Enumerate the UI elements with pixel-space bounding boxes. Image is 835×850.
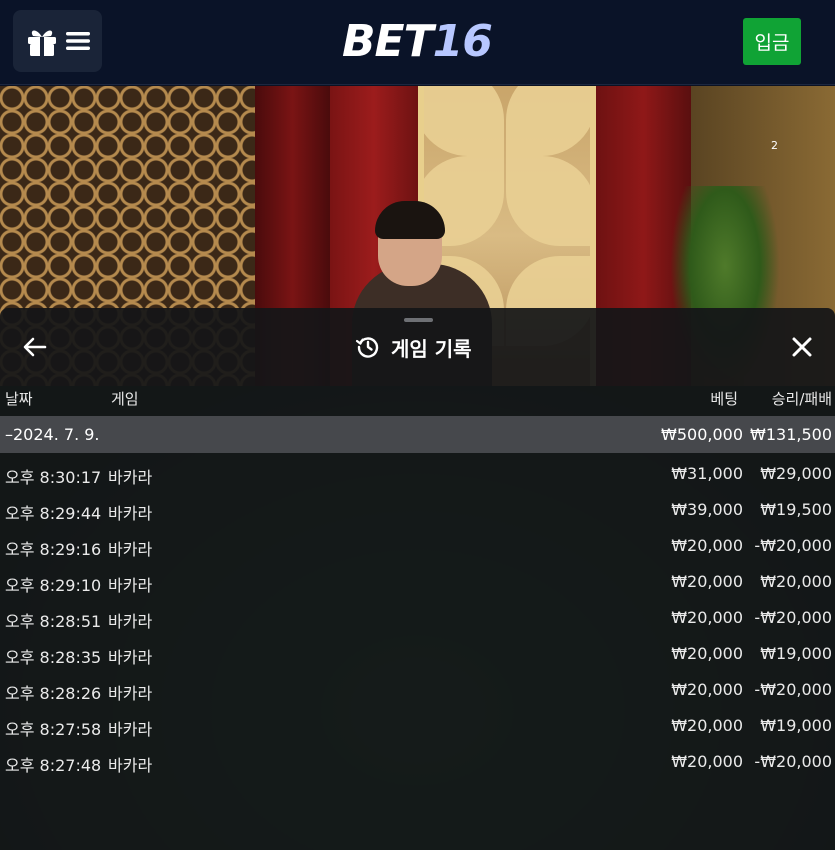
row-time: 오후 8:28:26 [5, 684, 102, 703]
history-row[interactable]: 오후 8:27:58 바카라 ₩20,000 ₩19,000 [0, 708, 835, 744]
brand-logo[interactable]: BET 16 [342, 16, 493, 68]
date-group-win-total: ₩131,500 [750, 425, 832, 444]
game-history-panel: 게임 기록 날짜 게임 베팅 승리/패배 –2024. 7. 9. ₩500,0… [0, 308, 835, 850]
row-win-loss: -₩20,000 [754, 608, 832, 627]
row-bet: ₩20,000 [671, 608, 743, 627]
row-time: 오후 8:27:58 [5, 720, 102, 739]
row-win-loss: ₩19,500 [760, 500, 832, 519]
arrow-left-icon[interactable] [22, 334, 48, 360]
row-game: 바카라 [108, 684, 153, 703]
row-win-loss: ₩19,000 [760, 716, 832, 735]
row-game: 바카라 [108, 612, 153, 631]
history-row[interactable]: 오후 8:29:16 바카라 ₩20,000 -₩20,000 [0, 528, 835, 564]
row-game: 바카라 [108, 504, 153, 523]
panel-title: 게임 기록 [391, 336, 472, 361]
row-bet: ₩20,000 [671, 752, 743, 771]
history-row[interactable]: 오후 8:30:17 바카라 ₩31,000 ₩29,000 [0, 456, 835, 492]
row-bet: ₩20,000 [671, 644, 743, 663]
video-corner-number: 2 [771, 139, 778, 152]
history-icon [355, 337, 379, 358]
wall-ornament [506, 156, 590, 246]
row-bet: ₩20,000 [671, 536, 743, 555]
row-game: 바카라 [108, 468, 153, 487]
history-row[interactable]: 오후 8:28:35 바카라 ₩20,000 ₩19,000 [0, 636, 835, 672]
row-time: 오후 8:27:48 [5, 756, 102, 775]
row-time: 오후 8:30:17 [5, 468, 102, 487]
wall-ornament [424, 86, 504, 156]
row-game: 바카라 [108, 540, 153, 559]
drag-handle[interactable] [404, 318, 433, 322]
row-time: 오후 8:28:51 [5, 612, 102, 631]
row-game: 바카라 [108, 576, 153, 595]
row-game: 바카라 [108, 720, 153, 739]
menu-button[interactable] [13, 10, 102, 72]
top-bar: BET 16 입금 [0, 0, 835, 85]
history-row[interactable]: 오후 8:28:51 바카라 ₩20,000 -₩20,000 [0, 600, 835, 636]
history-row[interactable]: 오후 8:28:26 바카라 ₩20,000 -₩20,000 [0, 672, 835, 708]
gift-icon [27, 30, 56, 56]
row-bet: ₩20,000 [671, 716, 743, 735]
column-header-bet[interactable]: 베팅 [710, 388, 738, 409]
row-win-loss: ₩29,000 [760, 464, 832, 483]
row-bet: ₩39,000 [671, 500, 743, 519]
history-row[interactable]: 오후 8:29:44 바카라 ₩39,000 ₩19,500 [0, 492, 835, 528]
date-group-label: –2024. 7. 9. [5, 425, 100, 444]
wall-ornament [506, 86, 590, 156]
row-bet: ₩20,000 [671, 680, 743, 699]
row-win-loss: -₩20,000 [754, 536, 832, 555]
row-bet: ₩20,000 [671, 572, 743, 591]
column-header-date[interactable]: 날짜 [5, 388, 33, 409]
row-time: 오후 8:29:44 [5, 504, 102, 523]
row-time: 오후 8:28:35 [5, 648, 102, 667]
row-time: 오후 8:29:10 [5, 576, 102, 595]
deposit-button[interactable]: 입금 [743, 18, 801, 65]
date-group-bet-total: ₩500,000 [661, 425, 743, 444]
column-header-game[interactable]: 게임 [111, 388, 139, 409]
close-icon[interactable] [789, 334, 815, 360]
row-game: 바카라 [108, 648, 153, 667]
row-win-loss: ₩20,000 [760, 572, 832, 591]
history-row[interactable]: 오후 8:29:10 바카라 ₩20,000 ₩20,000 [0, 564, 835, 600]
hamburger-icon [65, 32, 90, 50]
row-win-loss: -₩20,000 [754, 752, 832, 771]
row-time: 오후 8:29:16 [5, 540, 102, 559]
row-win-loss: -₩20,000 [754, 680, 832, 699]
history-row[interactable]: 오후 8:27:48 바카라 ₩20,000 -₩20,000 [0, 744, 835, 780]
logo-number: 16 [432, 16, 493, 67]
row-bet: ₩31,000 [671, 464, 743, 483]
column-header-win-loss[interactable]: 승리/패배 [772, 388, 832, 409]
panel-header: 게임 기록 [355, 332, 472, 362]
row-game: 바카라 [108, 756, 153, 775]
date-group-row[interactable]: –2024. 7. 9. ₩500,000 ₩131,500 [0, 416, 835, 453]
row-win-loss: ₩19,000 [760, 644, 832, 663]
logo-text: BET [342, 16, 434, 67]
